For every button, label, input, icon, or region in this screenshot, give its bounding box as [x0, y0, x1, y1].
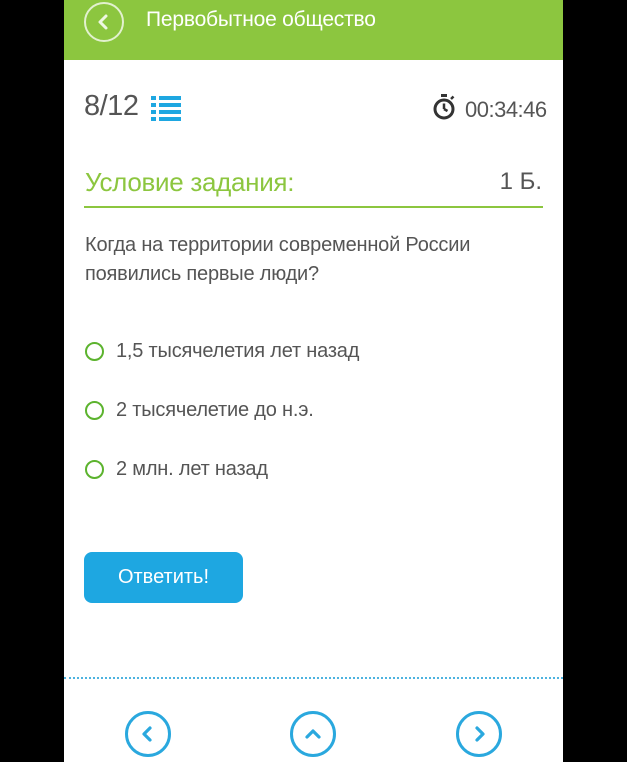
section-divider — [84, 206, 543, 208]
scroll-up-button[interactable] — [290, 711, 336, 757]
timer: 00:34:46 — [465, 97, 547, 122]
radio-button[interactable] — [85, 400, 104, 420]
answer-option[interactable]: 2 млн. лет назад — [85, 454, 268, 484]
section-title: Условие задания: — [85, 167, 295, 197]
points-value: 1 Б. — [499, 168, 542, 195]
chevron-right-icon — [475, 726, 485, 742]
question-text: Когда на территории современной России п… — [85, 234, 471, 285]
back-button[interactable] — [84, 2, 124, 42]
chevron-up-icon — [305, 729, 321, 739]
question-counter: 8/12 — [84, 90, 139, 122]
radio-button[interactable] — [85, 459, 104, 479]
stopwatch-icon — [433, 94, 455, 120]
option-label: 2 тысячелетие до н.э. — [116, 398, 314, 421]
prev-question-button[interactable] — [125, 711, 171, 757]
option-label: 1,5 тысячелетия лет назад — [116, 339, 360, 362]
bottom-divider — [64, 677, 563, 679]
app-screen: Первобытное общество 8/12 00:34:46 Услов… — [64, 0, 563, 762]
list-icon[interactable] — [151, 95, 181, 121]
submit-answer-button[interactable]: Ответить! — [84, 552, 243, 603]
answer-option[interactable]: 2 тысячелетие до н.э. — [85, 395, 314, 425]
next-question-button[interactable] — [456, 711, 502, 757]
chevron-left-icon — [98, 14, 108, 30]
option-label: 2 млн. лет назад — [116, 457, 268, 480]
chevron-left-icon — [142, 726, 152, 742]
radio-button[interactable] — [85, 341, 104, 361]
page-title: Первобытное общество — [146, 8, 376, 31]
top-bar: Первобытное общество — [64, 0, 563, 60]
answer-option[interactable]: 1,5 тысячелетия лет назад — [85, 336, 359, 366]
